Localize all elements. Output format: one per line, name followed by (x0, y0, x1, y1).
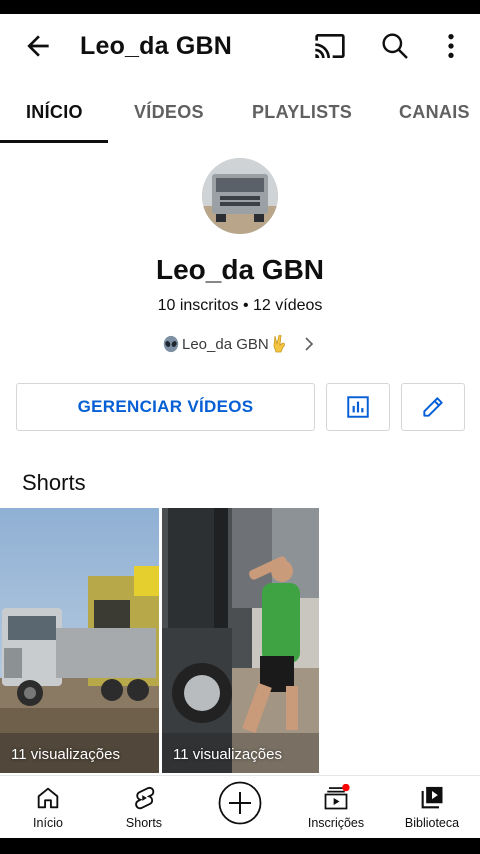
nav-subscriptions-label: Inscrições (307, 816, 365, 830)
back-arrow-icon[interactable] (22, 30, 54, 62)
nav-shorts-label: Shorts (125, 816, 163, 830)
shorts-section-title: Shorts (22, 470, 86, 495)
channel-link[interactable]: Leo_da GBN (162, 333, 316, 355)
analytics-button[interactable] (326, 383, 390, 431)
create-plus-icon (218, 781, 262, 825)
channel-tabs: INÍCIO VÍDEOS PLAYLISTS CANAIS (0, 94, 480, 143)
shorts-icon (135, 786, 155, 810)
tab-videos[interactable]: VÍDEOS (134, 102, 204, 123)
bottom-navigation: Início Shorts Inscrições Biblioteca (0, 775, 480, 838)
top-app-bar: Leo_da GBN (0, 14, 480, 80)
tab-playlists[interactable]: PLAYLISTS (252, 102, 352, 123)
nav-home-label: Início (33, 816, 63, 830)
short-thumbnail[interactable]: 11 visualizações (162, 508, 319, 773)
chevron-right-icon (305, 337, 313, 351)
nav-create[interactable] (195, 780, 285, 826)
short-view-count: 11 visualizações (173, 746, 282, 763)
page-title: Leo_da GBN (80, 32, 233, 60)
channel-avatar[interactable] (202, 158, 278, 234)
channel-name: Leo_da GBN (155, 254, 325, 285)
tab-inicio[interactable]: INÍCIO (26, 102, 83, 123)
edit-pencil-icon (423, 397, 443, 417)
home-icon (37, 787, 59, 809)
nav-library[interactable]: Biblioteca (387, 784, 477, 830)
short-view-count: 11 visualizações (11, 746, 120, 763)
nav-home[interactable]: Início (3, 784, 93, 830)
more-vert-icon[interactable] (435, 30, 467, 62)
short-thumbnail-image-man (162, 508, 319, 773)
notification-badge (342, 784, 350, 792)
nav-shorts[interactable]: Shorts (99, 784, 189, 830)
tab-canais[interactable]: CANAIS (399, 102, 470, 123)
short-thumbnail[interactable]: 11 visualizações (0, 508, 159, 773)
nav-subscriptions[interactable]: Inscrições (291, 784, 381, 830)
active-tab-indicator (0, 140, 108, 143)
victory-hand-emoji-icon (273, 335, 285, 353)
search-icon[interactable] (379, 30, 411, 62)
subscriptions-icon (324, 784, 350, 810)
alien-emoji-icon (163, 335, 179, 353)
edit-channel-button[interactable] (401, 383, 465, 431)
nav-library-label: Biblioteca (404, 816, 460, 830)
library-icon (421, 786, 443, 809)
short-thumbnail-image-truck (0, 508, 159, 773)
analytics-icon (347, 396, 369, 418)
channel-stats: 10 inscritos • 12 vídeos (157, 297, 323, 314)
cast-icon[interactable] (314, 30, 346, 62)
manage-videos-button[interactable]: GERENCIAR VÍDEOS (16, 383, 315, 431)
youtube-channel-screen: Leo_da GBN INÍCIO VÍDEOS PLAYLISTS CANAI… (0, 14, 480, 838)
channel-link-text: Leo_da GBN (182, 335, 269, 353)
